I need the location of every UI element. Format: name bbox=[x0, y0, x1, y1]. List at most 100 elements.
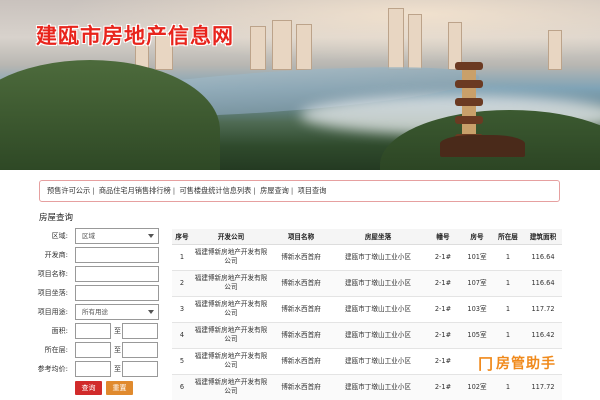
cell-floor: 1 bbox=[492, 244, 524, 271]
watermark-text: 房管助手 bbox=[496, 356, 556, 372]
cell-location: 建瓯市丁墩山工业小区 bbox=[332, 244, 424, 271]
banner-building bbox=[296, 24, 312, 70]
district-select[interactable]: 区域 bbox=[75, 228, 159, 244]
cell-location: 建瓯市丁墩山工业小区 bbox=[332, 322, 424, 349]
col-header-developer: 开发公司 bbox=[192, 229, 270, 245]
table-row[interactable]: 2 福建博新房地产开发有限公司 博新水西首府 建瓯市丁墩山工业小区 2-1# 1… bbox=[172, 270, 562, 297]
site-title: 建瓯市房地产信息网 bbox=[36, 24, 234, 48]
cell-building: 2-1# bbox=[424, 374, 462, 400]
cell-floor: 1 bbox=[492, 374, 524, 400]
cell-location: 建瓯市丁墩山工业小区 bbox=[332, 270, 424, 297]
cell-area: 116.42 bbox=[524, 322, 562, 349]
cell-area: 116.64 bbox=[524, 270, 562, 297]
cell-building: 2-1# bbox=[424, 270, 462, 297]
cell-project: 博新水西首府 bbox=[270, 270, 332, 297]
table-row[interactable]: 1 福建博新房地产开发有限公司 博新水西首府 建瓯市丁墩山工业小区 2-1# 1… bbox=[172, 244, 562, 271]
cell-developer: 福建博新房地产开发有限公司 bbox=[192, 244, 270, 271]
banner-hill bbox=[0, 60, 220, 170]
cell-project: 博新水西首府 bbox=[270, 348, 332, 375]
col-header-building: 幢号 bbox=[424, 229, 462, 245]
cell-index: 5 bbox=[172, 348, 192, 375]
cell-room: 102室 bbox=[462, 374, 492, 400]
cell-area: 117.72 bbox=[524, 374, 562, 400]
project-usage-select[interactable]: 所有用途 bbox=[75, 304, 159, 320]
floor-label: 所在层: bbox=[44, 346, 68, 354]
results-table: 序号 开发公司 项目名称 房屋坐落 幢号 房号 所在层 建筑面积 1 福建博新房… bbox=[172, 229, 562, 400]
cell-building: 2-1# bbox=[424, 348, 462, 375]
cell-index: 6 bbox=[172, 374, 192, 400]
price-min-input[interactable] bbox=[75, 361, 111, 377]
project-location-input[interactable] bbox=[75, 285, 159, 301]
watermark: 冂 房管助手 bbox=[478, 350, 596, 374]
cell-building: 2-1# bbox=[424, 322, 462, 349]
cell-developer: 福建博新房地产开发有限公司 bbox=[192, 296, 270, 323]
nav-item-project-query[interactable]: 项目查询 bbox=[298, 186, 327, 195]
cell-building: 2-1# bbox=[424, 244, 462, 271]
project-name-label: 项目名称: bbox=[37, 270, 68, 278]
district-label: 区域: bbox=[51, 232, 68, 240]
cell-location: 建瓯市丁墩山工业小区 bbox=[332, 374, 424, 400]
table-row[interactable]: 6 福建博新房地产开发有限公司 博新水西首府 建瓯市丁墩山工业小区 2-1# 1… bbox=[172, 374, 562, 400]
project-location-label: 项目坐落: bbox=[37, 289, 68, 297]
col-header-location: 房屋坐落 bbox=[332, 229, 424, 245]
banner-building bbox=[272, 20, 292, 70]
price-max-input[interactable] bbox=[122, 361, 158, 377]
area-min-input[interactable] bbox=[75, 323, 111, 339]
cell-floor: 1 bbox=[492, 322, 524, 349]
cell-room: 105室 bbox=[462, 322, 492, 349]
cell-project: 博新水西首府 bbox=[270, 244, 332, 271]
nav-item-available-stats[interactable]: 可售楼盘统计信息列表 bbox=[179, 186, 251, 195]
table-row[interactable]: 3 福建博新房地产开发有限公司 博新水西首府 建瓯市丁墩山工业小区 2-1# 1… bbox=[172, 296, 562, 323]
search-button[interactable]: 查询 bbox=[75, 381, 102, 395]
cell-project: 博新水西首府 bbox=[270, 374, 332, 400]
floor-min-input[interactable] bbox=[75, 342, 111, 358]
nav-item-presale-permit[interactable]: 预售许可公示 bbox=[47, 186, 90, 195]
cell-area: 117.72 bbox=[524, 296, 562, 323]
banner-building bbox=[548, 30, 562, 70]
project-name-input[interactable] bbox=[75, 266, 159, 282]
cell-index: 4 bbox=[172, 322, 192, 349]
cell-room: 101室 bbox=[462, 244, 492, 271]
nav-item-house-query[interactable]: 房屋查询 bbox=[260, 186, 289, 195]
cell-developer: 福建博新房地产开发有限公司 bbox=[192, 348, 270, 375]
banner-building bbox=[250, 26, 266, 70]
reset-button[interactable]: 重置 bbox=[106, 381, 133, 395]
cell-room: 107室 bbox=[462, 270, 492, 297]
col-header-floor: 所在层 bbox=[492, 229, 524, 245]
col-header-project: 项目名称 bbox=[270, 229, 332, 245]
cell-developer: 福建博新房地产开发有限公司 bbox=[192, 322, 270, 349]
cell-project: 博新水西首府 bbox=[270, 322, 332, 349]
col-header-index: 序号 bbox=[172, 229, 192, 245]
price-label: 参考均价: bbox=[37, 365, 68, 373]
cell-floor: 1 bbox=[492, 296, 524, 323]
area-label: 面积: bbox=[51, 327, 68, 335]
developer-label: 开发商: bbox=[44, 251, 68, 259]
floor-to-label: 至 bbox=[114, 346, 121, 354]
banner-building bbox=[388, 8, 404, 70]
cell-developer: 福建博新房地产开发有限公司 bbox=[192, 270, 270, 297]
cell-area: 116.64 bbox=[524, 244, 562, 271]
site-banner: 建瓯市房地产信息网 bbox=[0, 0, 600, 170]
cell-project: 博新水西首府 bbox=[270, 296, 332, 323]
developer-input[interactable] bbox=[75, 247, 159, 263]
table-row[interactable]: 4 福建博新房地产开发有限公司 博新水西首府 建瓯市丁墩山工业小区 2-1# 1… bbox=[172, 322, 562, 349]
cell-building: 2-1# bbox=[424, 296, 462, 323]
area-max-input[interactable] bbox=[122, 323, 158, 339]
banner-building bbox=[408, 14, 422, 70]
nav-bar: 预售许可公示 | 商品住宅月销售排行榜 | 可售楼盘统计信息列表 | 房屋查询 | 项目… bbox=[39, 180, 560, 202]
col-header-area: 建筑面积 bbox=[524, 229, 562, 245]
cell-room: 103室 bbox=[462, 296, 492, 323]
nav-item-monthly-ranking[interactable]: 商品住宅月销售排行榜 bbox=[99, 186, 171, 195]
cell-developer: 福建博新房地产开发有限公司 bbox=[192, 374, 270, 400]
house-manager-icon: 冂 bbox=[478, 355, 494, 373]
project-usage-label: 项目用途: bbox=[37, 308, 68, 316]
section-title: 房屋查询 bbox=[39, 213, 74, 223]
cell-index: 3 bbox=[172, 296, 192, 323]
cell-floor: 1 bbox=[492, 270, 524, 297]
floor-max-input[interactable] bbox=[122, 342, 158, 358]
table-header-row: 序号 开发公司 项目名称 房屋坐落 幢号 房号 所在层 建筑面积 bbox=[172, 229, 562, 245]
cell-index: 2 bbox=[172, 270, 192, 297]
col-header-room: 房号 bbox=[462, 229, 492, 245]
cell-location: 建瓯市丁墩山工业小区 bbox=[332, 348, 424, 375]
cell-index: 1 bbox=[172, 244, 192, 271]
